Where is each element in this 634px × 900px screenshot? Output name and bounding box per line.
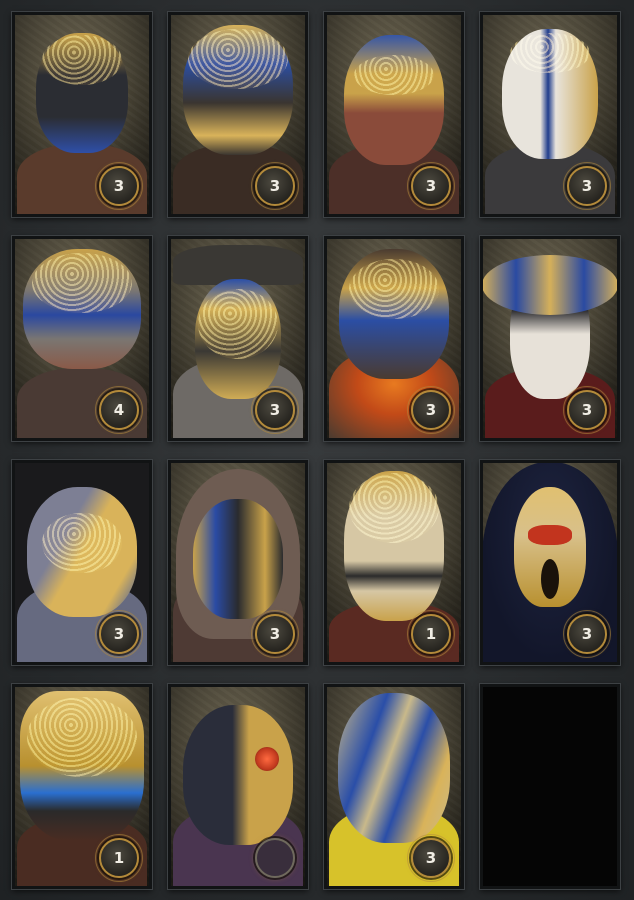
filigree-ornament <box>198 289 278 359</box>
mask-portrait <box>338 693 450 843</box>
mask-card-16-empty <box>480 684 620 889</box>
mask-card-8[interactable]: 3 <box>480 236 620 441</box>
mask-card-4[interactable]: 3 <box>480 12 620 217</box>
mask-portrait <box>183 705 293 845</box>
filigree-ornament <box>188 29 288 89</box>
count-badge: 3 <box>251 610 299 658</box>
count-badge: 3 <box>563 610 611 658</box>
count-badge: 3 <box>563 386 611 434</box>
mask-portrait <box>528 525 572 545</box>
mask-card-13[interactable]: 1 <box>12 684 152 889</box>
count-badge: 3 <box>407 834 455 882</box>
mask-card-2[interactable]: 3 <box>168 12 308 217</box>
filigree-ornament <box>354 55 434 95</box>
mask-card-6[interactable]: 3 <box>168 236 308 441</box>
count-badge: 3 <box>407 162 455 210</box>
mask-card-5[interactable]: 4 <box>12 236 152 441</box>
count-badge-empty <box>255 838 295 878</box>
count-badge: 3 <box>251 162 299 210</box>
mask-card-3[interactable]: 3 <box>324 12 464 217</box>
mask-card-7[interactable]: 3 <box>324 236 464 441</box>
mask-portrait <box>193 499 283 619</box>
mask-portrait <box>541 559 559 599</box>
mask-portrait <box>255 747 279 771</box>
mask-card-1[interactable]: 3 <box>12 12 152 217</box>
filigree-ornament <box>510 33 590 73</box>
count-badge: 3 <box>95 162 143 210</box>
mask-card-15[interactable]: 3 <box>324 684 464 889</box>
count-badge: 1 <box>407 610 455 658</box>
mask-portrait <box>483 255 617 315</box>
mask-card-14[interactable] <box>168 684 308 889</box>
count-badge: 3 <box>407 386 455 434</box>
count-badge: 3 <box>251 386 299 434</box>
mask-card-12[interactable]: 3 <box>480 460 620 665</box>
filigree-ornament <box>32 253 132 313</box>
mask-card-9[interactable]: 3 <box>12 460 152 665</box>
mask-collection-grid: 3 3 3 3 4 3 3 3 3 3 1 3 1 3 <box>0 0 634 900</box>
card-background <box>483 687 617 886</box>
count-badge: 3 <box>95 610 143 658</box>
filigree-ornament <box>42 513 122 573</box>
count-badge: 4 <box>95 386 143 434</box>
filigree-ornament <box>349 473 439 543</box>
mask-card-11[interactable]: 1 <box>324 460 464 665</box>
count-badge: 3 <box>563 162 611 210</box>
filigree-ornament <box>349 259 439 319</box>
count-badge: 1 <box>95 834 143 882</box>
filigree-ornament <box>42 35 122 85</box>
filigree-ornament <box>27 697 137 777</box>
mask-card-10[interactable]: 3 <box>168 460 308 665</box>
